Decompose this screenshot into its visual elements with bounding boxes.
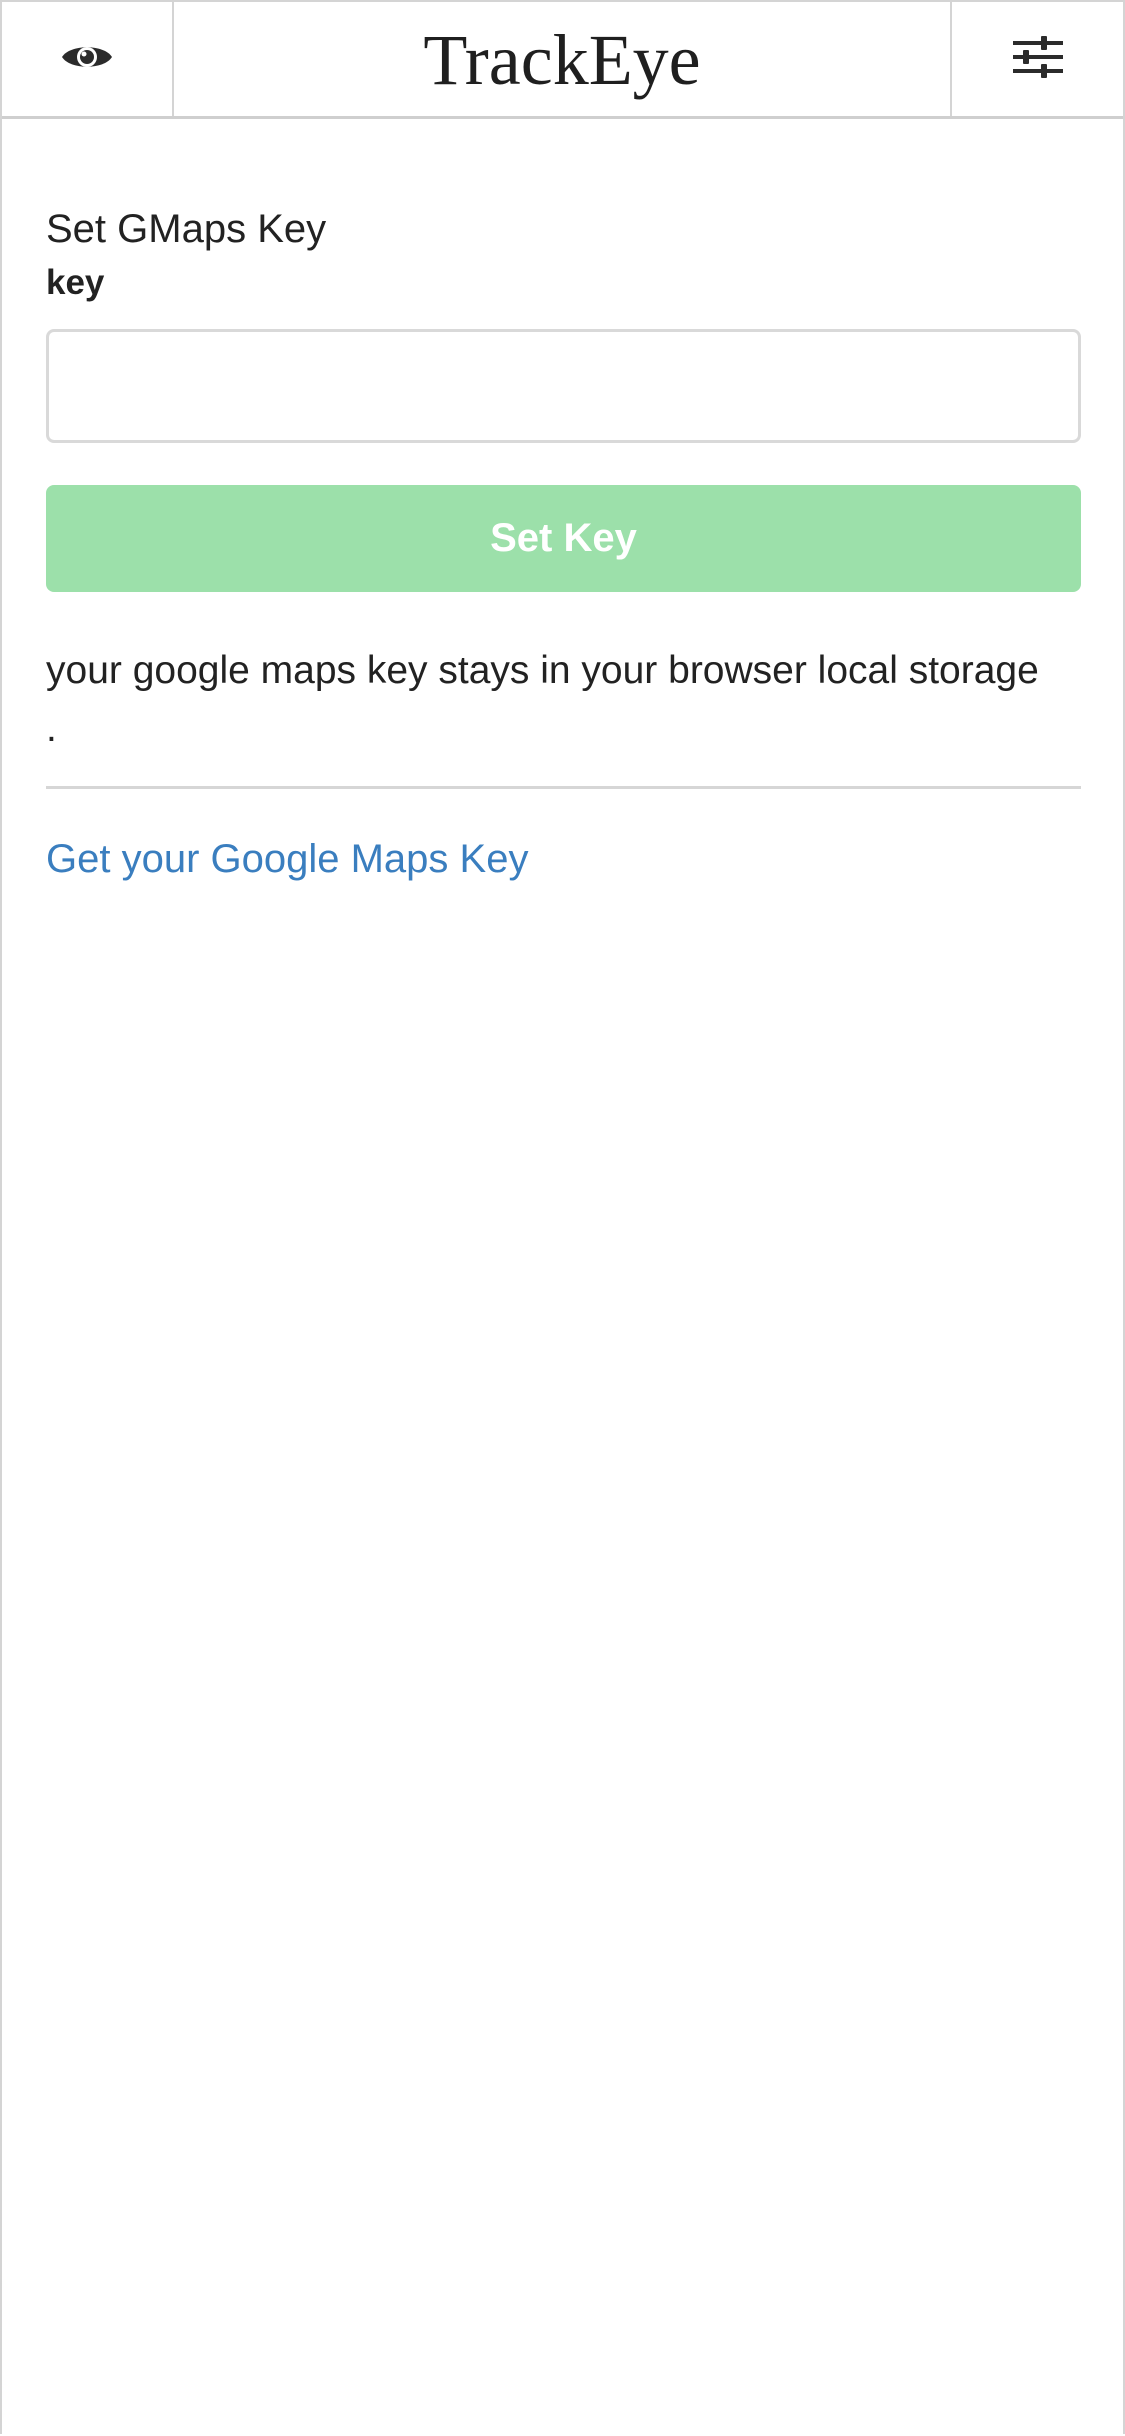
top-nav-bar: TrackEye [2, 2, 1123, 119]
set-key-button[interactable]: Set Key [46, 485, 1081, 592]
main-content: Set GMaps Key key Set Key your google ma… [2, 119, 1123, 882]
storage-note: your google maps key stays in your brows… [46, 642, 1086, 758]
settings-button[interactable] [950, 2, 1123, 116]
section-title: Set GMaps Key [46, 207, 327, 251]
key-input[interactable] [46, 329, 1081, 443]
eye-button[interactable] [2, 2, 174, 116]
app-frame: TrackEye Set GMaps Key key Set Key your … [0, 0, 1125, 2434]
eye-icon [60, 40, 114, 79]
storage-note-text: your google maps key stays in your brows… [46, 649, 1039, 692]
key-field-label: key [46, 263, 105, 302]
divider [46, 786, 1081, 789]
storage-note-trailing: . [46, 707, 57, 750]
get-maps-key-link[interactable]: Get your Google Maps Key [46, 837, 528, 882]
app-title: TrackEye [423, 19, 701, 100]
sliders-icon [1011, 35, 1065, 83]
